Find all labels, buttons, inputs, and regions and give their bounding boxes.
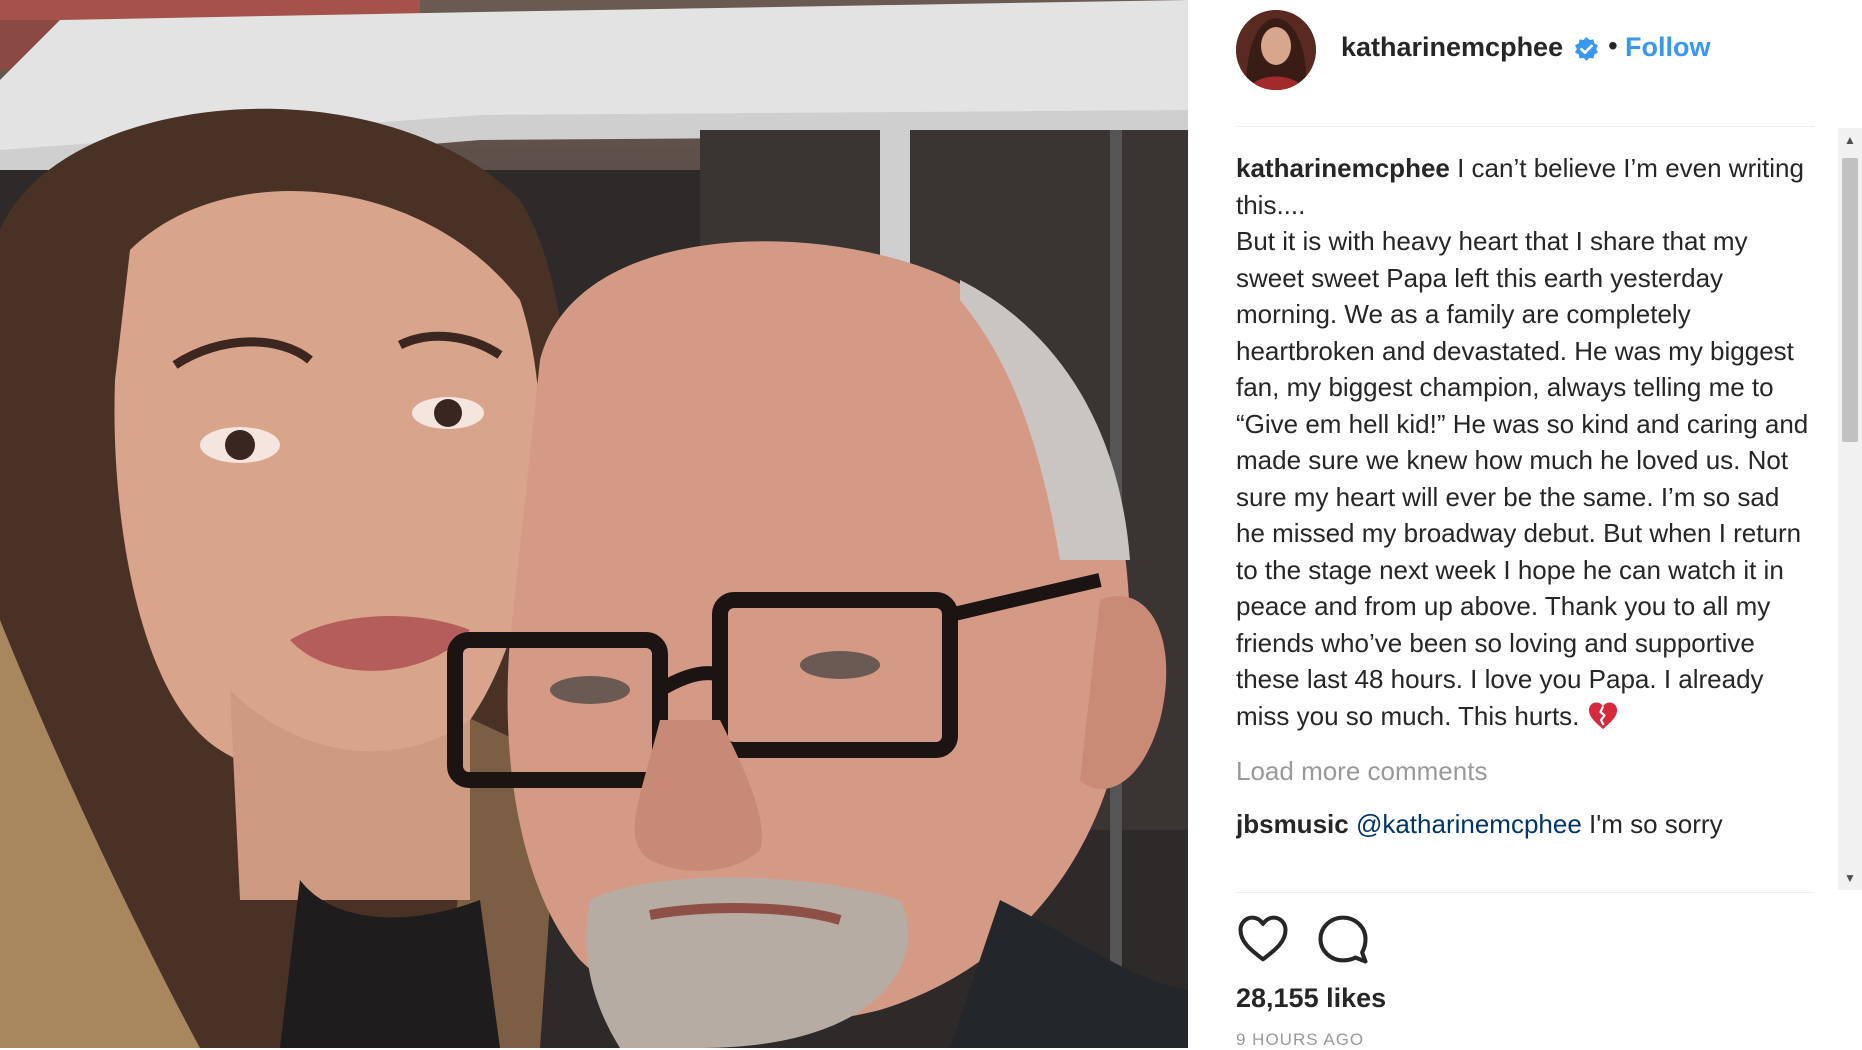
load-more-comments-button[interactable]: Load more comments xyxy=(1236,756,1814,787)
caption: katharinemcphee I can’t believe I’m even… xyxy=(1236,150,1814,734)
heart-outline-icon[interactable] xyxy=(1236,912,1290,966)
post-photo-illustration xyxy=(0,0,1188,1048)
post-photo[interactable] xyxy=(0,0,1188,1048)
caption-username[interactable]: katharinemcphee xyxy=(1236,153,1450,183)
comments-list[interactable]: katharinemcphee I can’t believe I’m even… xyxy=(1236,150,1814,892)
broken-heart-icon xyxy=(1588,702,1617,729)
actions-divider xyxy=(1236,892,1814,893)
post-actions xyxy=(1236,912,1536,968)
header-divider xyxy=(1236,126,1814,127)
avatar-image xyxy=(1236,10,1316,90)
post-details-panel: katharinemcphee • Follow katharinemcphee… xyxy=(1188,0,1862,1050)
comment-mention[interactable]: @katharinemcphee xyxy=(1356,809,1582,839)
comment-text: I'm so sorry xyxy=(1581,809,1723,839)
header-username[interactable]: katharinemcphee xyxy=(1341,32,1563,63)
scroll-up-arrow-icon[interactable]: ▲ xyxy=(1838,128,1862,152)
follow-button[interactable]: Follow xyxy=(1625,32,1710,63)
scrollbar-thumb[interactable] xyxy=(1842,158,1858,442)
comment-bubble-icon[interactable] xyxy=(1316,912,1370,966)
verified-badge-icon xyxy=(1575,37,1598,61)
likes-count[interactable]: 28,155 likes xyxy=(1236,983,1386,1014)
comment-username[interactable]: jbsmusic xyxy=(1236,809,1349,839)
comments-scrollbar[interactable]: ▲ ▼ xyxy=(1838,128,1862,890)
post-header: katharinemcphee • Follow xyxy=(1188,0,1862,126)
header-separator: • xyxy=(1608,30,1618,61)
avatar[interactable] xyxy=(1236,10,1316,90)
scroll-down-arrow-icon[interactable]: ▼ xyxy=(1838,866,1862,890)
caption-text: I can’t believe I’m even writing this...… xyxy=(1236,153,1809,731)
post-timestamp[interactable]: 9 HOURS AGO xyxy=(1236,1030,1364,1050)
comment-item: jbsmusic @katharinemcphee I'm so sorry xyxy=(1236,809,1814,839)
